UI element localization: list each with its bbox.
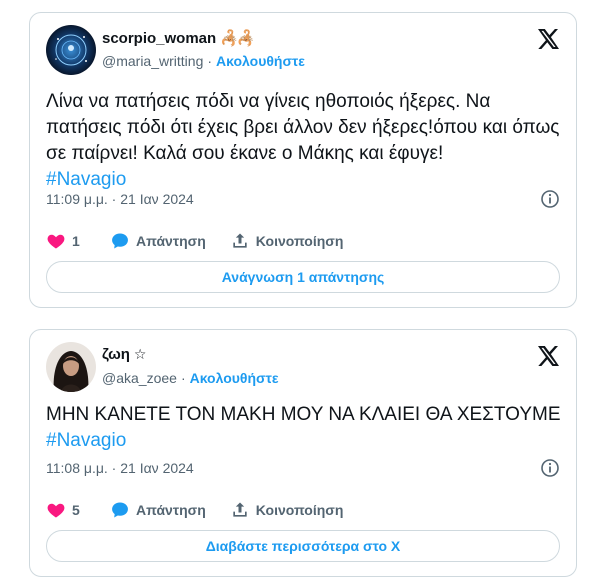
heart-icon [47,234,65,249]
tweet-card[interactable]: scorpio_woman 🦂🦂 @maria_writting · Ακολουθ… [29,12,577,308]
name-star: ☆ [133,346,147,362]
x-logo-icon[interactable] [536,27,560,51]
share-label: Κοινοποίηση [255,233,344,249]
display-name[interactable]: ζωη ☆ [102,346,146,363]
read-replies-button[interactable]: Ανάγνωση 1 απάντησης [46,261,560,293]
handle-line: @maria_writting · Ακολουθήστε [102,53,305,69]
user-handle[interactable]: @maria_writting [102,53,203,69]
share-label: Κοινοποίηση [255,502,344,518]
hashtag-link[interactable]: #Navagio [46,430,126,451]
reply-button[interactable]: Απάντηση [110,231,206,251]
tweet-body: Λίνα να πατήσεις πόδι να γίνεις ηθοποιός… [46,91,560,164]
tweet-text: ΜΗΝ ΚΑΝΕΤΕ ΤΟΝ ΜΑΚΗ ΜΟΥ ΝΑ ΚΛΑΙΕΙ ΘΑ ΧΕΣ… [46,402,566,454]
avatar[interactable] [46,342,96,392]
share-button[interactable]: Κοινοποίηση [230,500,344,520]
reply-label: Απάντηση [136,233,206,249]
reply-bubble-icon [112,502,128,518]
handle-line: @aka_zoee · Ακολουθήστε [102,370,279,386]
reply-button[interactable]: Απάντηση [110,500,206,520]
share-upload-icon [233,502,247,517]
tweet-body: ΜΗΝ ΚΑΝΕΤΕ ΤΟΝ ΜΑΚΗ ΜΟΥ ΝΑ ΚΛΑΙΕΙ ΘΑ ΧΕΣ… [46,404,561,425]
display-name-text[interactable]: ζωη [102,346,130,363]
name-emoji: 🦂🦂 [220,30,255,47]
like-button[interactable]: 5 [46,500,86,520]
action-bar: 1 Απάντηση Κοινοποίηση [46,229,560,253]
follow-button[interactable]: Ακολουθήστε [190,370,279,386]
like-count: 5 [72,502,80,518]
reply-bubble-icon [112,233,128,249]
action-bar: 5 Απάντηση Κοινοποίηση [46,498,560,522]
user-handle[interactable]: @aka_zoee [102,370,177,386]
timestamp[interactable]: 11:08 μ.μ. · 21 Ιαν 2024 [46,460,194,476]
avatar[interactable] [46,25,96,75]
separator-dot: · [180,370,186,386]
display-name-text[interactable]: scorpio_woman [102,30,216,47]
info-icon[interactable] [540,189,560,209]
like-button[interactable]: 1 [46,231,86,251]
display-name[interactable]: scorpio_woman 🦂🦂 [102,29,256,48]
separator-dot: · [207,53,213,69]
follow-button[interactable]: Ακολουθήστε [216,53,305,69]
share-upload-icon [233,233,247,248]
hashtag-link[interactable]: #Navagio [46,169,126,190]
reply-label: Απάντηση [136,502,206,518]
tweet-text: Λίνα να πατήσεις πόδι να γίνεις ηθοποιός… [46,89,566,193]
timestamp[interactable]: 11:09 μ.μ. · 21 Ιαν 2024 [46,191,194,207]
read-more-button[interactable]: Διαβάστε περισσότερα στο X [46,530,560,562]
heart-icon [47,503,65,518]
info-icon[interactable] [540,458,560,478]
share-button[interactable]: Κοινοποίηση [230,231,344,251]
tweet-card[interactable]: ζωη ☆ @aka_zoee · Ακολουθήστε ΜΗΝ ΚΑΝΕΤΕ Τ… [29,329,577,577]
like-count: 1 [72,233,80,249]
x-logo-icon[interactable] [536,344,560,368]
